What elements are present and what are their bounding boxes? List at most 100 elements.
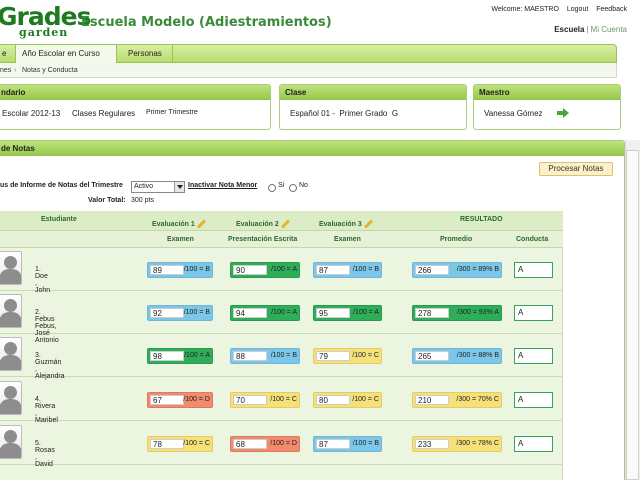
conducta-input[interactable]: A <box>514 262 553 278</box>
score-eval-2-input[interactable]: 88 <box>233 351 267 361</box>
score-eval-2: 90/100 = A <box>230 262 300 278</box>
row-divider <box>0 464 563 465</box>
pencil-icon[interactable] <box>280 219 290 229</box>
logout-link[interactable]: Logout <box>567 6 588 13</box>
conducta-input[interactable]: A <box>514 436 553 452</box>
score-eval-3: 87/100 = B <box>313 436 382 452</box>
score-eval-3: 87/100 = B <box>313 262 382 278</box>
status-select-value: Activo <box>134 183 154 190</box>
score-eval-1: 92/100 = B <box>147 305 213 321</box>
arrow-right-icon[interactable] <box>557 108 569 118</box>
notas-title: de Notas <box>0 141 624 156</box>
score-eval-2: 88/100 = B <box>230 348 300 364</box>
score-eval-1: 89/100 = B <box>147 262 213 278</box>
pencil-icon[interactable] <box>363 219 373 229</box>
score-promedio: 233/300 = 78% C <box>412 436 502 452</box>
score-eval-1-input[interactable]: 67 <box>150 395 184 405</box>
row-divider <box>0 290 563 291</box>
student-avatar[interactable] <box>0 337 22 371</box>
procesar-notas-button[interactable]: Procesar Notas <box>539 162 613 176</box>
mi-cuenta-link[interactable]: Mi Cuenta <box>591 25 627 34</box>
maestro-title: Maestro <box>474 85 620 100</box>
score-promedio-input[interactable]: 233 <box>415 439 449 449</box>
score-eval-2-input[interactable]: 94 <box>233 308 267 318</box>
school-year: Escolar 2012-13 <box>2 109 61 118</box>
student-name: 4. Rivera , Maribel <box>35 396 58 424</box>
student-avatar[interactable] <box>0 251 22 285</box>
grades-garden-logo[interactable]: Grades garden <box>0 4 91 42</box>
score-eval-1: 98/100 = A <box>147 348 213 364</box>
score-eval-3-input[interactable]: 95 <box>316 308 350 318</box>
score-eval-1-input[interactable]: 92 <box>150 308 184 318</box>
score-promedio-input[interactable]: 266 <box>415 265 449 275</box>
chevron-down-icon[interactable] <box>174 182 184 192</box>
row-divider <box>0 333 563 334</box>
score-eval-3-result: /100 = C <box>352 396 379 403</box>
student-avatar[interactable] <box>0 294 22 328</box>
score-eval-3: 95/100 = A <box>313 305 382 321</box>
score-eval-3-input[interactable]: 80 <box>316 395 350 405</box>
maestro-panel: Maestro Vanessa Gómez <box>473 84 621 130</box>
score-eval-1: 78/100 = C <box>147 436 213 452</box>
radio-si[interactable] <box>268 184 276 192</box>
eval-3-label: Evaluación 3 <box>319 220 362 228</box>
score-promedio: 265/300 = 88% B <box>412 348 502 364</box>
status-select[interactable]: Activo <box>131 181 185 193</box>
score-eval-2-input[interactable]: 70 <box>233 395 267 405</box>
account-links: Escuela | Mi Cuenta <box>554 25 627 34</box>
score-promedio-input[interactable]: 278 <box>415 308 449 318</box>
pencil-icon[interactable] <box>196 219 206 229</box>
calendario-title: ndario <box>0 85 270 100</box>
score-eval-1-result: /100 = D <box>183 396 210 403</box>
score-promedio: 266/300 = 89% B <box>412 262 502 278</box>
score-eval-2-input[interactable]: 68 <box>233 439 267 449</box>
score-eval-1-input[interactable]: 98 <box>150 351 184 361</box>
student-name: 2. Febus Febus, José Antonio <box>35 309 59 344</box>
conducta-input[interactable]: A <box>514 305 553 321</box>
student-avatar[interactable] <box>0 425 22 459</box>
score-eval-2-input[interactable]: 90 <box>233 265 267 275</box>
school-title: Escuela Modelo (Adiestramientos) <box>81 15 332 30</box>
scrollbar-thumb[interactable] <box>626 150 639 480</box>
subheader-presentacion: Presentación Escrita <box>228 236 298 243</box>
clase-panel: Clase Español 01 - Primer Grado G <box>279 84 467 130</box>
breadcrumb-item-first[interactable]: nes <box>0 63 11 78</box>
header-eval-1: Evaluación 1 <box>152 219 206 229</box>
score-promedio-input[interactable]: 210 <box>415 395 449 405</box>
student-name: 1. Doe , John <box>35 266 51 294</box>
escuela-link[interactable]: Escuela <box>554 25 584 34</box>
radio-no[interactable] <box>289 184 297 192</box>
score-eval-2-result: /100 = A <box>271 309 297 316</box>
row-divider <box>0 376 563 377</box>
score-promedio-result: /300 = 93% A <box>457 309 499 316</box>
score-eval-2-result: /100 = B <box>270 352 297 359</box>
score-promedio: 210/300 = 70% C <box>412 392 502 408</box>
tab-inicio[interactable]: e <box>0 45 16 63</box>
subheader-examen-3: Examen <box>334 236 361 243</box>
score-eval-3-input[interactable]: 79 <box>316 351 350 361</box>
valor-total-value: 300 pts <box>131 197 154 204</box>
header-estudiante: Estudiante <box>41 216 77 223</box>
clase-title: Clase <box>280 85 466 100</box>
subheader-promedio: Promedio <box>440 236 473 243</box>
teacher-name: Vanessa Gómez <box>484 109 543 118</box>
score-eval-3-input[interactable]: 87 <box>316 265 350 275</box>
feedback-link[interactable]: Feedback <box>596 6 627 13</box>
tab-personas[interactable]: Personas <box>117 45 173 63</box>
tab-ano-escolar[interactable]: Año Escolar en Curso <box>16 45 117 63</box>
logo-subtext: garden <box>19 26 69 39</box>
score-promedio-input[interactable]: 265 <box>415 351 449 361</box>
subheader-examen-1: Examen <box>167 236 194 243</box>
conducta-input[interactable]: A <box>514 348 553 364</box>
score-eval-1-input[interactable]: 78 <box>150 439 184 449</box>
student-avatar[interactable] <box>0 381 22 415</box>
score-eval-3-result: /100 = B <box>352 266 379 273</box>
score-eval-3-input[interactable]: 87 <box>316 439 350 449</box>
breadcrumb-item-current: Notas y Conducta <box>22 67 78 74</box>
score-eval-1-result: /100 = C <box>183 440 210 447</box>
score-eval-2-result: /100 = A <box>271 266 297 273</box>
row-divider <box>0 420 563 421</box>
eval-2-label: Evaluación 2 <box>236 220 279 228</box>
conducta-input[interactable]: A <box>514 392 553 408</box>
score-eval-1-input[interactable]: 89 <box>150 265 184 275</box>
